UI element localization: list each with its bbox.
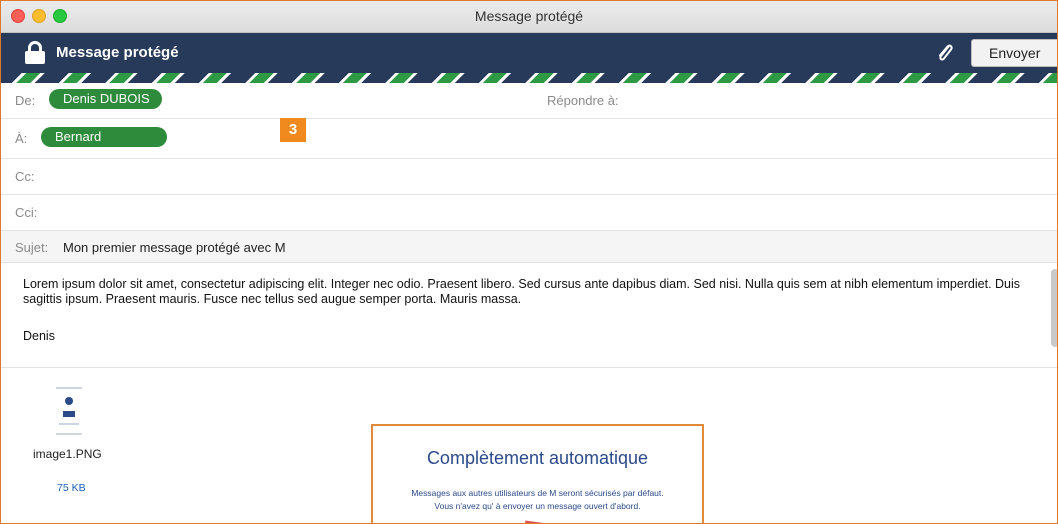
to-token[interactable]: Bernard bbox=[41, 127, 167, 147]
arrow-icon bbox=[524, 520, 548, 523]
toolbar: Message protégé Envoyer bbox=[1, 33, 1057, 73]
from-token[interactable]: Denis DUBOIS bbox=[49, 89, 162, 109]
embedded-image-title: Complètement automatique bbox=[426, 448, 649, 468]
embedded-image: Complètement automatique Messages aux au… bbox=[371, 424, 704, 523]
security-stripe bbox=[1, 73, 1057, 83]
body-separator bbox=[1, 367, 1057, 368]
message-signature[interactable]: Denis bbox=[23, 329, 55, 343]
from-label: De: bbox=[15, 93, 36, 108]
lock-icon bbox=[25, 41, 45, 65]
attachment-name[interactable]: image1.PNG bbox=[33, 447, 102, 461]
body-scrollbar[interactable] bbox=[1051, 269, 1057, 347]
cc-label: Cc: bbox=[15, 169, 35, 184]
cc-row[interactable]: Cc: bbox=[1, 159, 1057, 195]
toolbar-title: Message protégé bbox=[56, 44, 179, 61]
attachment-size: 75 KB bbox=[57, 482, 86, 494]
attachment-thumbnail[interactable] bbox=[52, 383, 86, 441]
bcc-row[interactable]: Cci: bbox=[1, 195, 1057, 231]
embedded-image-text-2: Vous n'avez qu' à envoyer un message ouv… bbox=[434, 501, 641, 511]
mail-window: Message protégé Message protégé Envoyer … bbox=[0, 0, 1058, 524]
send-button[interactable]: Envoyer bbox=[971, 39, 1057, 67]
from-row: De: Denis DUBOIS Répondre à: bbox=[1, 83, 1057, 119]
subject-row[interactable]: Sujet: Mon premier message protégé avec … bbox=[1, 231, 1057, 263]
embedded-image-text-1: Messages aux autres utilisateurs de M se… bbox=[411, 488, 664, 498]
to-label: À: bbox=[15, 131, 28, 146]
paperclip-icon[interactable] bbox=[934, 41, 956, 65]
to-row[interactable]: À: Bernard bbox=[1, 119, 1057, 159]
subject-label: Sujet: bbox=[15, 240, 49, 255]
reply-to-label[interactable]: Répondre à: bbox=[547, 93, 619, 108]
annotation-badge: 3 bbox=[280, 118, 306, 142]
window-title: Message protégé bbox=[474, 8, 584, 24]
title-bar[interactable]: Message protégé bbox=[1, 1, 1057, 33]
bcc-label: Cci: bbox=[15, 205, 38, 220]
message-body[interactable]: Lorem ipsum dolor sit amet, consectetur … bbox=[23, 277, 1043, 307]
subject-field[interactable]: Mon premier message protégé avec M bbox=[63, 240, 286, 255]
